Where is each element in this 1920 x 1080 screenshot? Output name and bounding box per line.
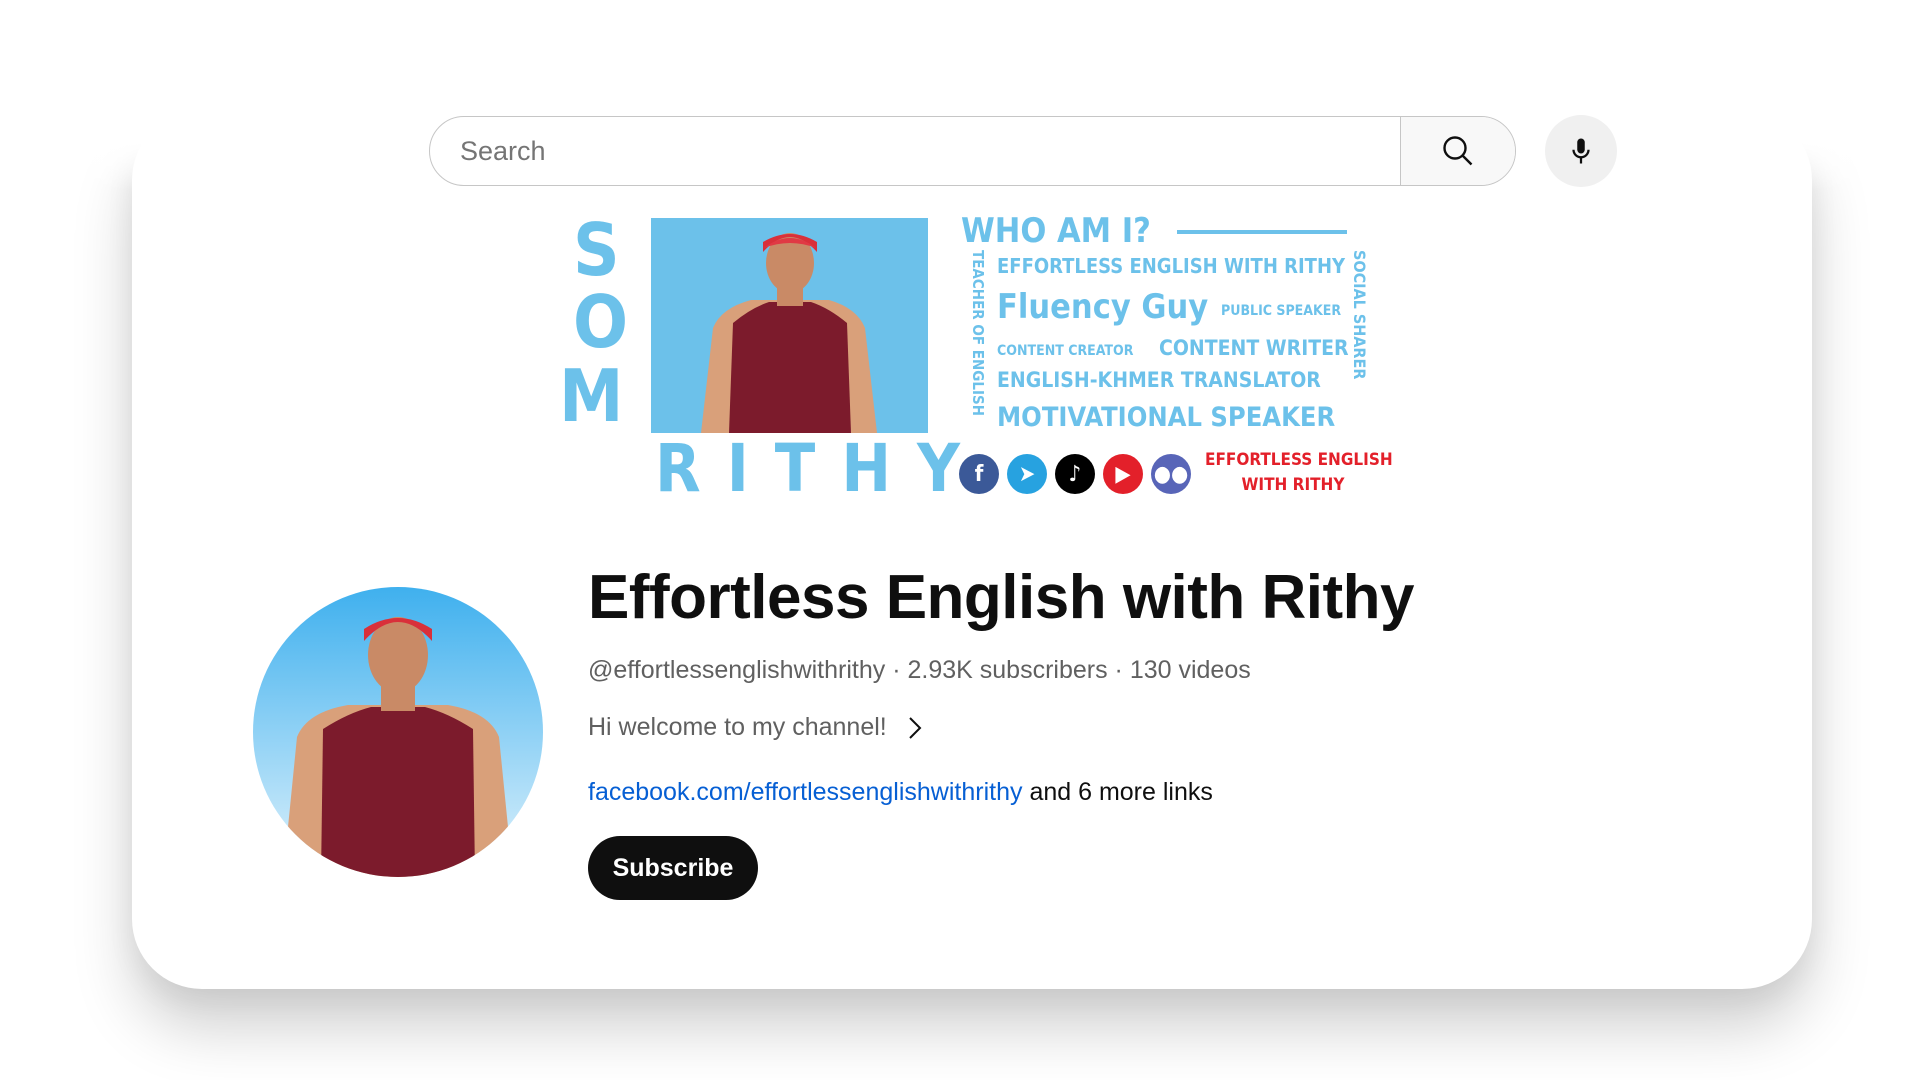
discord-icon: ●●: [1151, 454, 1191, 494]
banner-line: CONTENT WRITER: [1159, 336, 1349, 360]
channel-description[interactable]: Hi welcome to my channel!: [588, 713, 923, 742]
banner-line: MOTIVATIONAL SPEAKER: [997, 402, 1336, 433]
channel-meta: @effortlessenglishwithrithy · 2.93K subs…: [588, 656, 1251, 685]
channel-handle: @effortlessenglishwithrithy: [588, 656, 886, 684]
more-links-button[interactable]: and 6 more links: [1029, 778, 1212, 806]
channel-title: Effortless English with Rithy: [588, 563, 1415, 632]
channel-avatar[interactable]: [253, 587, 543, 877]
tiktok-icon: ♪: [1055, 454, 1095, 494]
banner-name-rithy: RITHY: [655, 430, 986, 507]
banner-line: ENGLISH-KHMER TRANSLATOR: [997, 368, 1321, 392]
voice-search-button[interactable]: [1545, 115, 1617, 187]
banner-letter-s: S: [573, 208, 620, 292]
subscriber-count: 2.93K subscribers: [907, 656, 1108, 684]
banner-left-vertical: TEACHER OF ENGLISH: [969, 250, 987, 416]
facebook-link[interactable]: facebook.com/effortlessenglishwithrithy: [588, 778, 1022, 806]
chevron-right-icon: [909, 716, 922, 739]
search-button[interactable]: [1400, 117, 1515, 185]
banner-brand-line1: EFFORTLESS ENGLISH: [1205, 450, 1393, 470]
banner-brand-line2: WITH RITHY: [1241, 475, 1345, 495]
search-icon: [1443, 136, 1473, 166]
avatar-person-image: [283, 617, 513, 877]
video-count: 130 videos: [1129, 656, 1251, 684]
person-image: [701, 233, 877, 433]
separator: ·: [885, 656, 908, 684]
banner-line: CONTENT CREATOR: [997, 343, 1134, 359]
subscribe-button[interactable]: Subscribe: [588, 836, 758, 900]
banner-photo: [651, 218, 928, 433]
banner-line: EFFORTLESS ENGLISH WITH RITHY: [997, 254, 1346, 278]
microphone-icon: [1572, 138, 1590, 164]
banner-rule: [1177, 230, 1347, 234]
channel-links: facebook.com/effortlessenglishwithrithy …: [588, 778, 1213, 807]
description-text: Hi welcome to my channel!: [588, 713, 887, 741]
facebook-icon: f: [959, 454, 999, 494]
banner-letter-o: O: [573, 280, 629, 364]
search-input[interactable]: [430, 117, 1400, 185]
telegram-icon: ➤: [1007, 454, 1047, 494]
banner-right-vertical: SOCIAL SHARER: [1350, 250, 1369, 380]
banner-heading: WHO AM I?: [961, 211, 1151, 251]
banner-letter-m: M: [559, 354, 624, 438]
channel-banner: S O M RITHY WHO AM I? TEACHER OF ENGLISH…: [559, 208, 1393, 507]
separator: ·: [1107, 656, 1130, 684]
banner-line: PUBLIC SPEAKER: [1221, 303, 1342, 319]
banner-line: Fluency Guy: [997, 287, 1209, 327]
search-bar: [429, 116, 1516, 186]
youtube-icon: ▶: [1103, 454, 1143, 494]
